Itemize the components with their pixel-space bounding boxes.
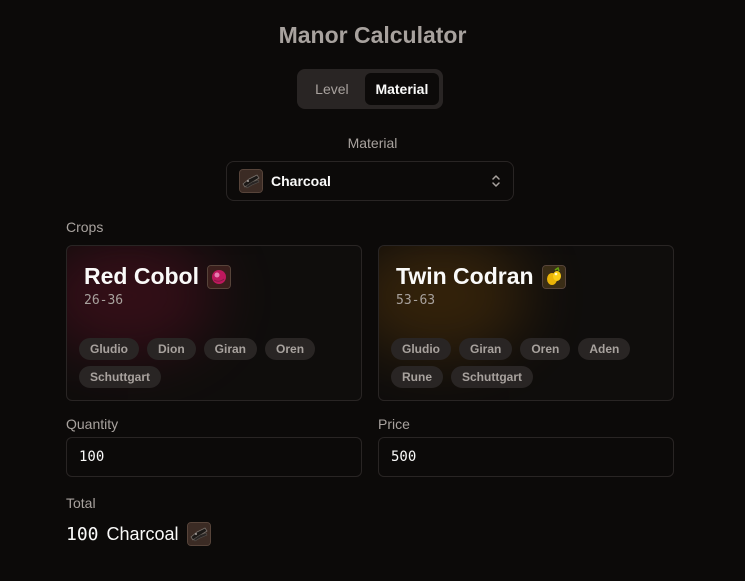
crop-card-red-cobol[interactable]: Red Cobol 26-36 Gludio Dion Giran Oren S… bbox=[66, 245, 362, 401]
crop-name: Red Cobol bbox=[84, 263, 231, 290]
castle-tag: Schuttgart bbox=[79, 366, 161, 388]
castle-tag: Giran bbox=[459, 338, 513, 360]
castle-tag: Giran bbox=[203, 338, 258, 360]
crop-level-range: 53-63 bbox=[396, 293, 436, 308]
total-amount: 100 bbox=[66, 523, 99, 545]
quantity-label: Quantity bbox=[66, 416, 119, 432]
castle-tag: Dion bbox=[147, 338, 196, 360]
crops-label: Crops bbox=[66, 219, 104, 235]
page-title: Manor Calculator bbox=[278, 22, 467, 48]
castle-tags: Gludio Dion Giran Oren Schuttgart bbox=[79, 338, 349, 388]
castle-tag: Gludio bbox=[391, 338, 451, 360]
total-label: Total bbox=[66, 495, 96, 511]
castle-tag: Aden bbox=[578, 338, 631, 360]
crop-level-range: 26-36 bbox=[84, 293, 124, 308]
tab-material[interactable]: Material bbox=[364, 73, 439, 105]
total-item: Charcoal bbox=[106, 523, 179, 544]
charcoal-icon bbox=[186, 522, 211, 546]
castle-tag: Gludio bbox=[79, 338, 139, 360]
tab-level[interactable]: Level bbox=[301, 73, 363, 105]
castle-tags: Gludio Giran Oren Aden Rune Schuttgart bbox=[391, 338, 661, 388]
castle-tag: Schuttgart bbox=[451, 366, 533, 388]
crop-card-twin-codran[interactable]: Twin Codran 53-63 Gludio Giran Oren Aden… bbox=[378, 245, 674, 401]
twin-codran-icon bbox=[541, 264, 566, 289]
crop-name: Twin Codran bbox=[396, 263, 566, 290]
material-label: Material bbox=[347, 135, 398, 151]
total-value: 100 Charcoal bbox=[66, 522, 211, 546]
red-cobol-icon bbox=[207, 264, 231, 289]
material-select-value: Charcoal bbox=[271, 173, 331, 189]
mode-toggle: Level Material bbox=[297, 69, 443, 109]
chevron-up-down-icon bbox=[491, 174, 501, 189]
price-input[interactable]: 500 bbox=[378, 437, 674, 477]
charcoal-icon bbox=[239, 169, 263, 193]
price-label: Price bbox=[378, 416, 410, 432]
quantity-input[interactable]: 100 bbox=[66, 437, 362, 477]
material-select[interactable]: Charcoal bbox=[226, 161, 514, 201]
castle-tag: Oren bbox=[265, 338, 316, 360]
castle-tag: Rune bbox=[391, 366, 443, 388]
castle-tag: Oren bbox=[520, 338, 571, 360]
